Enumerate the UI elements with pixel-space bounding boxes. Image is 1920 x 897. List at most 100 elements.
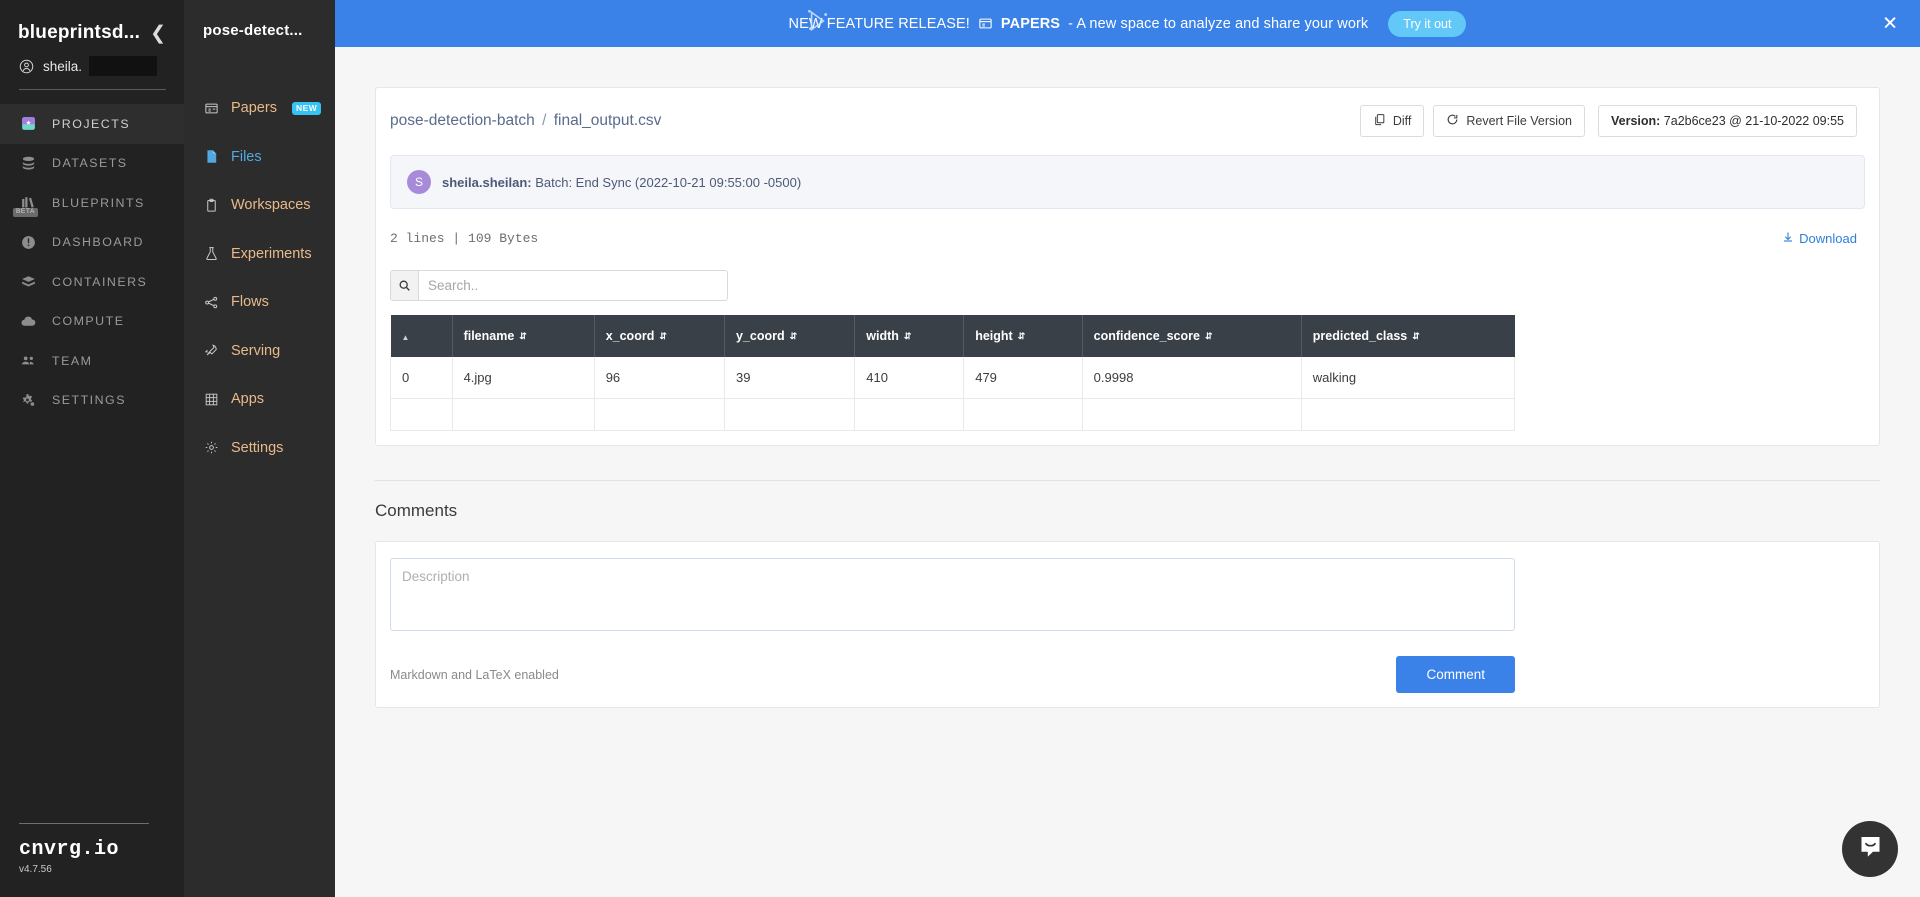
breadcrumb: pose-detection-batch / final_output.csv: [390, 112, 661, 130]
table-col-height[interactable]: height ⇵: [963, 315, 1083, 357]
project-nav-workspaces[interactable]: Workspaces: [184, 181, 335, 230]
cell-filename: 4.jpg: [451, 357, 595, 399]
brand-footer: cnvrg.io v4.7.56: [0, 823, 184, 875]
diff-button[interactable]: Diff: [1359, 105, 1425, 137]
cell-predicted_class: walking: [1300, 357, 1516, 399]
search-icon[interactable]: [391, 271, 419, 300]
csv-table: ▲ filename ⇵ x_coord ⇵ y_coord ⇵ width ⇵ hei…: [390, 315, 1516, 431]
main-nav-list: PROJECTS DATASETS BETA BLUEPRINTS DASHBO…: [0, 104, 184, 420]
project-nav-label: Workspaces: [231, 197, 311, 214]
table-col-filename[interactable]: filename ⇵: [452, 315, 595, 357]
chevron-left-icon[interactable]: ❮: [148, 24, 168, 43]
column-label: filename: [463, 329, 515, 343]
banner-product: PAPERS: [1000, 15, 1061, 32]
search-input[interactable]: [419, 271, 727, 300]
project-nav-experiments[interactable]: Experiments: [184, 230, 335, 279]
user-name: sheila.: [43, 58, 83, 74]
cell-confidence_score: 0.9998: [1081, 357, 1302, 399]
redacted-block: [89, 56, 158, 76]
breadcrumb-file: final_output.csv: [553, 112, 662, 129]
datasets-icon: [19, 154, 38, 173]
table-col-y_coord[interactable]: y_coord ⇵: [724, 315, 856, 357]
new-badge: NEW: [291, 102, 322, 115]
table-head: ▲ filename ⇵ x_coord ⇵ y_coord ⇵ width ⇵ hei…: [390, 315, 1515, 357]
search-box: [390, 270, 728, 301]
project-nav-files[interactable]: Files: [184, 133, 335, 182]
sidebar-item-label: TEAM: [52, 353, 93, 368]
commit-text: sheila.sheilan: Batch: End Sync (2022-10…: [442, 175, 801, 190]
column-label: height: [975, 329, 1013, 343]
table-row: [390, 398, 1516, 431]
file-stats: 2 lines | 109 Bytes: [390, 231, 539, 246]
projects-icon: [19, 114, 38, 133]
table-col-predicted_class[interactable]: predicted_class ⇵: [1301, 315, 1515, 357]
comment-description-input[interactable]: [390, 558, 1515, 631]
app-root: blueprintsd... ❮ sheila. PROJECTS DATASE…: [0, 0, 1920, 897]
intercom-launcher-button[interactable]: [1842, 821, 1898, 877]
search-area: [376, 246, 1879, 301]
paper-plane-icon: [804, 8, 830, 39]
sidebar-item-label: PROJECTS: [52, 116, 131, 131]
comment-form-card: Markdown and LaTeX enabled Comment: [375, 541, 1880, 708]
user-row[interactable]: sheila.: [0, 44, 184, 76]
sidebar-divider: [19, 89, 166, 90]
markdown-note: Markdown and LaTeX enabled: [390, 667, 559, 682]
column-label: confidence_score: [1093, 329, 1200, 343]
table-col-confidence_score[interactable]: confidence_score ⇵: [1082, 315, 1302, 357]
comments-title: Comments: [375, 501, 458, 520]
version-badge: Version: 7a2b6ce23 @ 21-10-2022 09:55: [1597, 105, 1857, 137]
team-icon: [19, 351, 38, 370]
project-nav-serving[interactable]: Serving: [184, 327, 335, 376]
project-nav-list: Papers NEW Files Workspaces Experiments …: [184, 84, 335, 472]
table-col-index[interactable]: ▲: [390, 315, 453, 357]
cell-empty: [390, 398, 453, 431]
sort-icon: ⇵: [789, 331, 798, 341]
comment-button[interactable]: Comment: [1396, 656, 1515, 693]
file-card: pose-detection-batch / final_output.csv …: [375, 87, 1880, 446]
breadcrumb-project[interactable]: pose-detection-batch: [390, 112, 535, 129]
sort-icon: ⇵: [1204, 331, 1213, 341]
comment-form-footer: Markdown and LaTeX enabled Comment: [390, 656, 1515, 693]
diff-label: Diff: [1392, 114, 1412, 128]
close-icon[interactable]: ✕: [1882, 14, 1898, 33]
sort-icon: ⇵: [903, 331, 912, 341]
file-header-actions: Diff Revert File Version Version: 7a2b6c…: [1359, 105, 1857, 137]
project-nav-label: Serving: [231, 342, 281, 359]
sidebar-item-label: COMPUTE: [52, 314, 125, 329]
project-nav-flows[interactable]: Flows: [184, 278, 335, 327]
org-name: blueprintsd...: [18, 22, 141, 43]
table-col-width[interactable]: width ⇵: [854, 315, 965, 357]
project-title: pose-detect...: [203, 22, 303, 39]
papers-badge-icon: [978, 16, 993, 31]
table-col-x_coord[interactable]: x_coord ⇵: [594, 315, 725, 357]
project-sidebar: pose-detect... Papers NEW Files Workspac…: [184, 0, 335, 897]
sidebar-item-datasets[interactable]: DATASETS: [0, 144, 184, 184]
project-nav-settings[interactable]: Settings: [184, 424, 335, 473]
sidebar-item-compute[interactable]: COMPUTE: [0, 302, 184, 342]
version-prefix: Version:: [1610, 114, 1661, 128]
org-header: blueprintsd... ❮: [0, 0, 184, 44]
sidebar-item-containers[interactable]: CONTAINERS: [0, 262, 184, 302]
try-it-out-button[interactable]: Try it out: [1388, 10, 1467, 37]
papers-icon: [203, 100, 219, 116]
main-sidebar: blueprintsd... ❮ sheila. PROJECTS DATASE…: [0, 0, 184, 897]
sidebar-item-projects[interactable]: PROJECTS: [0, 104, 184, 144]
sidebar-item-label: SETTINGS: [52, 393, 126, 408]
project-nav-label: Settings: [231, 439, 284, 456]
project-nav-papers[interactable]: Papers NEW: [184, 84, 335, 133]
download-label: Download: [1799, 231, 1857, 246]
copy-icon: [1373, 113, 1386, 129]
cell-empty: [1081, 398, 1302, 431]
sidebar-item-dashboard[interactable]: DASHBOARD: [0, 223, 184, 263]
sort-icon: ⇵: [519, 331, 527, 341]
download-button[interactable]: Download: [1782, 231, 1857, 246]
sidebar-item-blueprints[interactable]: BETA BLUEPRINTS: [0, 183, 184, 223]
sidebar-item-team[interactable]: TEAM: [0, 341, 184, 381]
table-row: 0 4.jpg 96 39 410 479 0.9998 walking: [390, 357, 1516, 399]
sort-icon: ⇵: [659, 331, 667, 341]
revert-file-version-button[interactable]: Revert File Version: [1433, 105, 1585, 137]
cell-empty: [723, 398, 856, 431]
cell-empty: [451, 398, 595, 431]
project-nav-apps[interactable]: Apps: [184, 375, 335, 424]
sidebar-item-settings[interactable]: SETTINGS: [0, 381, 184, 421]
